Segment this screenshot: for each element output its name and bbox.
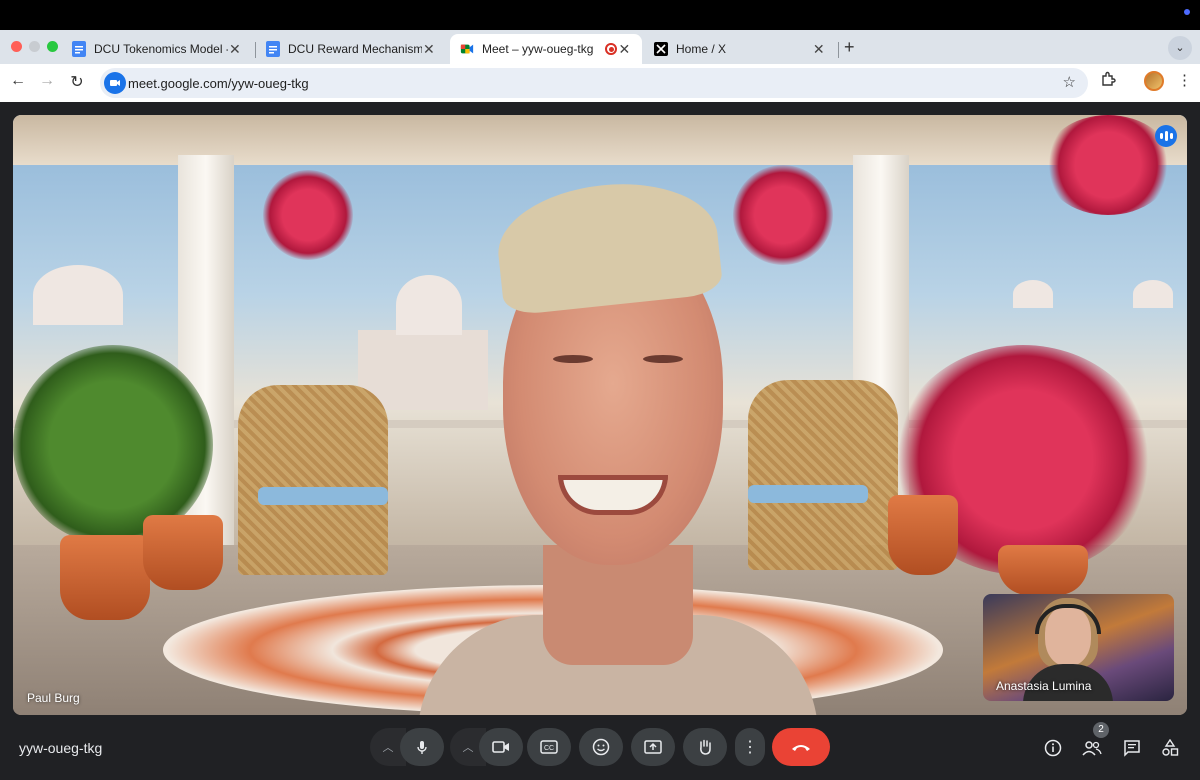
present-screen-button[interactable] — [631, 728, 675, 766]
background-dome — [1133, 280, 1173, 308]
captions-button[interactable]: CC — [527, 728, 571, 766]
background-pot — [60, 535, 150, 620]
back-arrow-icon[interactable]: ← — [7, 72, 29, 90]
emoji-reaction-button[interactable] — [579, 728, 623, 766]
forward-arrow-icon[interactable]: → — [36, 72, 58, 90]
meet-site-icon[interactable] — [104, 72, 126, 94]
participant-video-person — [418, 173, 818, 715]
person-eye — [643, 355, 683, 363]
participant-name: Anastasia Lumina — [996, 679, 1092, 693]
bookmark-star-icon[interactable]: ☆ — [1063, 73, 1076, 91]
background-pot — [143, 515, 223, 590]
camera-button[interactable] — [479, 728, 523, 766]
tab-meet[interactable]: Meet – yyw-oueg-tkg ✕ — [450, 34, 642, 64]
close-tab-icon[interactable]: ✕ — [617, 41, 632, 58]
background-dome — [33, 265, 123, 325]
tab-x-home[interactable]: Home / X ✕ — [644, 34, 836, 64]
meet-control-bar: yyw-oueg-tkg ︿ ︿ CC ⋮ 2 — [0, 720, 1200, 780]
person-eye — [553, 355, 593, 363]
extensions-puzzle-icon[interactable] — [1100, 71, 1116, 91]
activities-icon[interactable] — [1158, 736, 1182, 760]
browser-chrome: DCU Tokenomics Model - Go ✕ DCU Reward M… — [0, 30, 1200, 102]
recording-icon — [605, 43, 617, 55]
mic-button[interactable] — [400, 728, 444, 766]
background-dome — [396, 275, 462, 335]
participant-name: Paul Burg — [27, 691, 80, 705]
new-tab-button[interactable]: + — [844, 37, 855, 58]
person-hair — [492, 173, 724, 317]
background-flowers — [263, 170, 353, 260]
browser-toolbar: ← → ↻ meet.google.com/yyw-oueg-tkg ☆ ⋮ — [0, 64, 1200, 102]
more-options-button[interactable]: ⋮ — [735, 728, 765, 766]
meet-stage: Paul Burg Anastasia Lumina — [0, 102, 1200, 780]
tab-search-button[interactable]: ⌄ — [1168, 36, 1192, 60]
tab-label: Meet – yyw-oueg-tkg — [482, 42, 594, 56]
google-docs-icon — [266, 41, 280, 57]
tab-docs-tokenomics[interactable]: DCU Tokenomics Model - Go ✕ — [62, 34, 252, 64]
google-docs-icon — [72, 41, 86, 57]
mic-icon — [417, 741, 427, 754]
background-flowers — [1043, 115, 1173, 215]
maximize-window-button[interactable] — [47, 41, 58, 52]
svg-text:CC: CC — [544, 745, 554, 752]
browser-menu-icon[interactable]: ⋮ — [1177, 71, 1192, 89]
leave-call-button[interactable] — [772, 728, 830, 766]
tab-docs-reward[interactable]: DCU Reward Mechanism Spe ✕ — [256, 34, 446, 64]
meeting-info-icon[interactable] — [1041, 736, 1065, 760]
tab-label: DCU Reward Mechanism Spe — [288, 42, 422, 56]
x-logo-icon — [654, 42, 668, 56]
background-chair — [238, 385, 388, 575]
reload-icon[interactable]: ↻ — [66, 72, 88, 92]
emoji-icon — [592, 738, 610, 756]
tab-label: Home / X — [676, 42, 727, 56]
meeting-code: yyw-oueg-tkg — [19, 740, 103, 756]
present-icon — [644, 740, 662, 754]
background-cushion — [258, 487, 388, 505]
os-top-bar — [0, 0, 1200, 30]
hand-icon — [700, 739, 711, 755]
close-tab-icon[interactable]: ✕ — [812, 41, 826, 58]
address-bar[interactable]: meet.google.com/yyw-oueg-tkg ☆ — [100, 68, 1088, 98]
profile-avatar[interactable] — [1144, 71, 1164, 91]
status-dot — [1184, 9, 1190, 15]
people-icon[interactable] — [1080, 736, 1104, 760]
tab-strip: DCU Tokenomics Model - Go ✕ DCU Reward M… — [0, 30, 1200, 64]
more-vert-icon: ⋮ — [742, 739, 758, 756]
self-view-tile[interactable]: Anastasia Lumina — [983, 594, 1174, 701]
close-tab-icon[interactable]: ✕ — [422, 41, 436, 58]
close-window-button[interactable] — [11, 41, 22, 52]
background-pot — [998, 545, 1088, 595]
google-meet-icon — [460, 44, 474, 54]
close-tab-icon[interactable]: ✕ — [228, 41, 242, 58]
raise-hand-button[interactable] — [683, 728, 727, 766]
background-dome — [1013, 280, 1053, 308]
tab-label: DCU Tokenomics Model - Go — [94, 42, 228, 56]
background-pot — [888, 495, 958, 575]
camera-icon — [492, 741, 509, 753]
chat-icon[interactable] — [1120, 736, 1144, 760]
minimize-window-button[interactable] — [29, 41, 40, 52]
tab-divider — [838, 42, 839, 58]
hang-up-icon — [792, 745, 810, 751]
captions-icon: CC — [540, 740, 558, 754]
speaking-indicator-icon — [1155, 125, 1177, 147]
url-text: meet.google.com/yyw-oueg-tkg — [128, 76, 309, 91]
